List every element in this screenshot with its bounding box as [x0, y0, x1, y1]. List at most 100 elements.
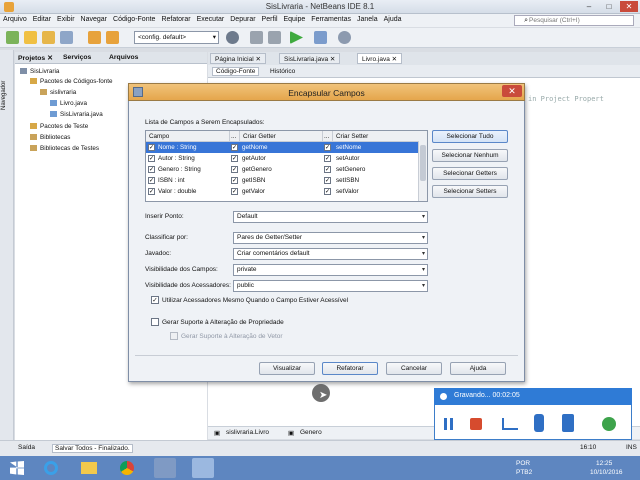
build-target-icon[interactable]: [226, 31, 239, 44]
tree-item-libraries[interactable]: Bibliotecas: [30, 134, 70, 141]
tab-projetos[interactable]: Projetos ✕: [18, 54, 53, 62]
table-row[interactable]: ✓ Genero : String ✓ getGenero ✓ setGener…: [146, 164, 420, 175]
javadoc-select[interactable]: Criar comentários default ▾: [233, 248, 428, 260]
menu-editar[interactable]: Editar: [30, 14, 54, 23]
getter-checkbox[interactable]: ✓: [231, 177, 238, 184]
tree-item-sislivraria[interactable]: SisLivraria: [20, 68, 59, 75]
getter-checkbox[interactable]: ✓: [231, 188, 238, 195]
menu-executar[interactable]: Executar: [194, 14, 228, 23]
chrome-icon[interactable]: [116, 458, 138, 478]
tab-livro-java[interactable]: Livro.java ✕: [357, 53, 403, 64]
tree-item-test-packages[interactable]: Pacotes de Teste: [30, 123, 88, 130]
field-visibility-select[interactable]: private ▾: [233, 264, 428, 276]
help-button[interactable]: Ajuda: [450, 362, 506, 375]
stop-icon[interactable]: [470, 418, 482, 430]
getter-checkbox[interactable]: ✓: [231, 155, 238, 162]
select-setters-button[interactable]: Selecionar Setters: [432, 185, 508, 198]
microphone-icon[interactable]: [534, 414, 544, 432]
tray-layout[interactable]: PTB2: [516, 469, 532, 476]
tray-date[interactable]: 10/10/2016: [590, 469, 623, 476]
insert-point-select[interactable]: Default ▾: [233, 211, 428, 223]
menu-janela[interactable]: Janela: [354, 14, 381, 23]
setter-checkbox[interactable]: ✓: [324, 188, 331, 195]
select-all-button[interactable]: Selecionar Tudo: [432, 130, 508, 143]
column-header-field[interactable]: Campo: [146, 131, 230, 142]
tree-item-sislivraria-java[interactable]: SisLivraria.java: [50, 111, 103, 118]
use-accessors-checkbox[interactable]: ✓: [151, 296, 159, 304]
field-checkbox[interactable]: ✓: [148, 177, 155, 184]
getter-checkbox[interactable]: ✓: [231, 144, 238, 151]
nav-class[interactable]: sislivraria.Livro: [226, 429, 269, 436]
scrollbar-thumb[interactable]: [420, 145, 426, 181]
field-checkbox[interactable]: ✓: [148, 155, 155, 162]
menu-exibir[interactable]: Exibir: [54, 14, 78, 23]
setter-checkbox[interactable]: ✓: [324, 177, 331, 184]
sort-by-select[interactable]: Pares de Getter/Setter ▾: [233, 232, 428, 244]
tab-arquivos[interactable]: Arquivos: [109, 54, 138, 61]
pause-icon-bar-left[interactable]: [444, 418, 447, 430]
table-row[interactable]: ✓ Valor : double ✓ getValor ✓ setValor: [146, 186, 420, 197]
tab-sislivraria-java[interactable]: SisLivraria.java ✕: [279, 53, 341, 64]
open-project-icon[interactable]: [42, 31, 55, 44]
search-input[interactable]: Pesquisar (Ctrl+I): [514, 15, 634, 26]
field-checkbox[interactable]: ✓: [148, 166, 155, 173]
tree-item-livro[interactable]: Livro.java: [50, 100, 87, 107]
clean-build-icon[interactable]: [268, 31, 281, 44]
table-row[interactable]: ✓ Nome : String ✓ getNome ✓ setNome: [146, 142, 420, 153]
menu-ajuda[interactable]: Ajuda: [381, 14, 405, 23]
select-getters-button[interactable]: Selecionar Getters: [432, 167, 508, 180]
table-row[interactable]: ✓ Autor : String ✓ getAutor ✓ setAutor: [146, 153, 420, 164]
preview-button[interactable]: Visualizar: [259, 362, 315, 375]
menu-navegar[interactable]: Navegar: [78, 14, 110, 23]
netbeans-taskbar-icon[interactable]: [192, 458, 214, 478]
tab-servicos[interactable]: Serviços: [63, 54, 91, 61]
new-project-icon[interactable]: [6, 31, 19, 44]
navigator-label[interactable]: Navegador: [1, 81, 7, 110]
redo-icon[interactable]: [106, 31, 119, 44]
debug-icon[interactable]: [314, 31, 327, 44]
field-checkbox[interactable]: ✓: [148, 144, 155, 151]
file-explorer-icon[interactable]: [78, 458, 100, 478]
start-icon[interactable]: [6, 458, 28, 478]
menu-arquivo[interactable]: Arquivo: [0, 14, 30, 23]
internet-explorer-icon[interactable]: [40, 458, 62, 478]
menu-codigo-fonte[interactable]: Código-Fonte: [110, 14, 158, 23]
profile-icon[interactable]: [338, 31, 351, 44]
tree-item-source-packages[interactable]: Pacotes de Códigos-fonte: [30, 78, 112, 85]
refactor-button[interactable]: Refatorar: [322, 362, 378, 375]
select-none-button[interactable]: Selecionar Nenhum: [432, 149, 508, 162]
menu-equipe[interactable]: Equipe: [281, 14, 309, 23]
save-all-icon[interactable]: [60, 31, 73, 44]
close-button[interactable]: ✕: [620, 1, 638, 12]
dialog-close-button[interactable]: ✕: [502, 85, 522, 97]
webcam-icon[interactable]: [562, 414, 574, 432]
table-scrollbar[interactable]: [418, 141, 427, 201]
menu-perfil[interactable]: Perfil: [259, 14, 281, 23]
column-header-getter-dots[interactable]: ...: [230, 131, 240, 142]
undo-icon[interactable]: [88, 31, 101, 44]
settings-icon[interactable]: [602, 417, 616, 431]
tree-item-package[interactable]: sislivraria: [40, 89, 76, 96]
tab-pagina-inicial[interactable]: Página Inicial ✕: [210, 53, 266, 64]
table-row[interactable]: ✓ ISBN : int ✓ getISBN ✓ setISBN: [146, 175, 420, 186]
virtualbox-icon[interactable]: [154, 458, 176, 478]
setter-checkbox[interactable]: ✓: [324, 155, 331, 162]
minimize-button[interactable]: –: [580, 1, 598, 12]
cancel-button[interactable]: Cancelar: [386, 362, 442, 375]
tree-item-test-libraries[interactable]: Bibliotecas de Testes: [30, 145, 99, 152]
tray-time[interactable]: 12:25: [596, 460, 612, 467]
column-header-getter[interactable]: Criar Getter: [240, 131, 323, 142]
output-tab[interactable]: Saída: [18, 444, 35, 451]
menu-depurar[interactable]: Depurar: [227, 14, 258, 23]
column-header-setter-dots[interactable]: ...: [323, 131, 333, 142]
tray-language[interactable]: POR: [516, 460, 530, 467]
property-change-checkbox[interactable]: [151, 318, 159, 326]
menu-ferramentas[interactable]: Ferramentas: [308, 14, 354, 23]
tab-source[interactable]: Código-Fonte: [212, 67, 260, 76]
setter-checkbox[interactable]: ✓: [324, 166, 331, 173]
new-file-icon[interactable]: [24, 31, 37, 44]
hammer-icon[interactable]: [250, 31, 263, 44]
dialog-titlebar[interactable]: Encapsular Campos: [128, 83, 525, 101]
nav-member[interactable]: Genero: [300, 429, 322, 436]
getter-checkbox[interactable]: ✓: [231, 166, 238, 173]
